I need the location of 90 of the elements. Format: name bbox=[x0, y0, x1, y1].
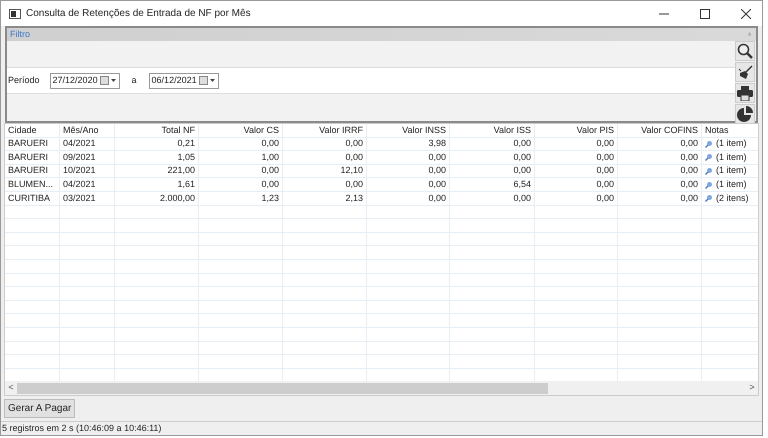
table-cell: 10/2021 bbox=[63, 164, 96, 178]
generate-payable-button[interactable]: Gerar A Pagar bbox=[4, 399, 76, 418]
table-cell: 0,00 bbox=[428, 151, 446, 164]
table-cell: 0,00 bbox=[513, 138, 531, 150]
table-cell: 0,00 bbox=[513, 164, 531, 178]
table-cell: 0,00 bbox=[261, 178, 279, 191]
column-header[interactable]: Valor ISS bbox=[494, 124, 531, 137]
table-cell: 221,00 bbox=[167, 164, 195, 178]
scrollbar-thumb[interactable] bbox=[17, 382, 548, 394]
printer-icon bbox=[737, 86, 753, 100]
table-cell: 12,10 bbox=[340, 164, 363, 178]
table-cell: 0,00 bbox=[680, 138, 698, 150]
column-header[interactable]: Mês/Ano bbox=[63, 124, 99, 137]
table-cell: BLUMEN... bbox=[8, 178, 54, 191]
table-cell: 0,21 bbox=[177, 138, 195, 150]
table-cell: 0,00 bbox=[596, 138, 614, 150]
table-cell: 0,00 bbox=[428, 178, 446, 191]
table-cell: 03/2021 bbox=[63, 192, 96, 205]
table-cell: 0,00 bbox=[261, 164, 279, 178]
table-cell: CURITIBA bbox=[8, 192, 50, 205]
table-cell: 1,23 bbox=[261, 192, 279, 205]
table-cell: 04/2021 bbox=[63, 138, 96, 150]
column-header[interactable]: Valor INSS bbox=[402, 124, 446, 137]
table-cell: (1 item) bbox=[716, 151, 747, 164]
maximize-icon[interactable] bbox=[700, 8, 710, 18]
table-cell: 04/2021 bbox=[63, 178, 96, 191]
table-cell: 2.000,00 bbox=[160, 192, 195, 205]
table-cell: 0,00 bbox=[513, 192, 531, 205]
table-cell: 0,00 bbox=[596, 164, 614, 178]
magnifier-icon[interactable] bbox=[705, 153, 713, 162]
table-cell: 0,00 bbox=[513, 151, 531, 164]
table-cell: BARUERI bbox=[8, 138, 48, 150]
table-cell: 2,13 bbox=[345, 192, 363, 205]
table-cell: 0,00 bbox=[596, 151, 614, 164]
status-text: 5 registros em 2 s (10:46:09 a 10:46:11) bbox=[2, 422, 162, 435]
magnifier-icon[interactable] bbox=[705, 194, 713, 202]
minimize-icon[interactable] bbox=[659, 12, 669, 14]
table-cell: 0,00 bbox=[261, 138, 279, 150]
table-cell: (1 item) bbox=[716, 178, 747, 191]
search-button[interactable] bbox=[735, 41, 755, 61]
column-header[interactable]: Valor IRRF bbox=[319, 124, 363, 137]
start-date-field[interactable]: 27/12/2020 bbox=[50, 72, 120, 88]
table-cell: 09/2021 bbox=[63, 151, 96, 164]
table-cell: 0,00 bbox=[596, 178, 614, 191]
table-cell: 0,00 bbox=[345, 151, 363, 164]
table-cell: 1,61 bbox=[177, 178, 195, 191]
magnifier-icon[interactable] bbox=[705, 180, 713, 189]
scroll-right-arrow[interactable]: > bbox=[746, 381, 758, 395]
magnifier-icon[interactable] bbox=[705, 140, 713, 148]
search-icon bbox=[737, 43, 753, 59]
column-header[interactable]: Total NF bbox=[161, 124, 195, 137]
table-cell: 0,00 bbox=[345, 178, 363, 191]
print-button[interactable] bbox=[735, 83, 755, 103]
table-cell: 6,54 bbox=[513, 178, 531, 191]
table-cell: 0,00 bbox=[680, 192, 698, 205]
table-cell: (2 itens) bbox=[716, 192, 749, 205]
magnifier-icon[interactable] bbox=[705, 167, 713, 176]
calendar-dropdown-icon[interactable] bbox=[198, 76, 216, 85]
clear-button[interactable] bbox=[735, 62, 755, 82]
period-label: Período bbox=[8, 74, 40, 87]
column-header[interactable]: Valor CS bbox=[244, 124, 279, 137]
column-header[interactable]: Cidade bbox=[8, 124, 37, 137]
scroll-left-arrow[interactable]: < bbox=[5, 381, 17, 395]
table-cell: BARUERI bbox=[8, 164, 48, 178]
table-cell: 0,00 bbox=[680, 178, 698, 191]
table-cell: (1 item) bbox=[716, 164, 747, 178]
app-icon bbox=[9, 8, 21, 18]
table-cell: 0,00 bbox=[345, 138, 363, 150]
pie-chart-icon bbox=[737, 106, 753, 122]
column-header[interactable]: Valor PIS bbox=[576, 124, 614, 137]
broom-icon bbox=[738, 65, 752, 79]
calendar-dropdown-icon[interactable] bbox=[100, 76, 117, 85]
table-cell: 1,05 bbox=[177, 151, 195, 164]
table-cell: 1,00 bbox=[261, 151, 279, 164]
table-cell: (1 item) bbox=[716, 138, 747, 150]
separator-label: a bbox=[132, 74, 137, 87]
column-header[interactable]: Valor COFINS bbox=[641, 124, 698, 137]
end-date-field[interactable]: 06/12/2021 bbox=[148, 72, 219, 88]
filter-title: Filtro bbox=[10, 28, 30, 41]
table-cell: BARUERI bbox=[8, 151, 48, 164]
table-cell: 0,00 bbox=[680, 151, 698, 164]
close-icon[interactable] bbox=[741, 8, 751, 18]
chart-button[interactable] bbox=[735, 104, 755, 124]
column-header[interactable]: Notas bbox=[705, 124, 729, 137]
window-title: Consulta de Retenções de Entrada de NF por Mês bbox=[26, 7, 251, 21]
table-cell: 0,00 bbox=[596, 192, 614, 205]
table-cell: 0,00 bbox=[680, 164, 698, 178]
table-cell: 3,98 bbox=[428, 138, 446, 150]
table-cell: 0,00 bbox=[428, 192, 446, 205]
table-cell: 0,00 bbox=[428, 164, 446, 178]
